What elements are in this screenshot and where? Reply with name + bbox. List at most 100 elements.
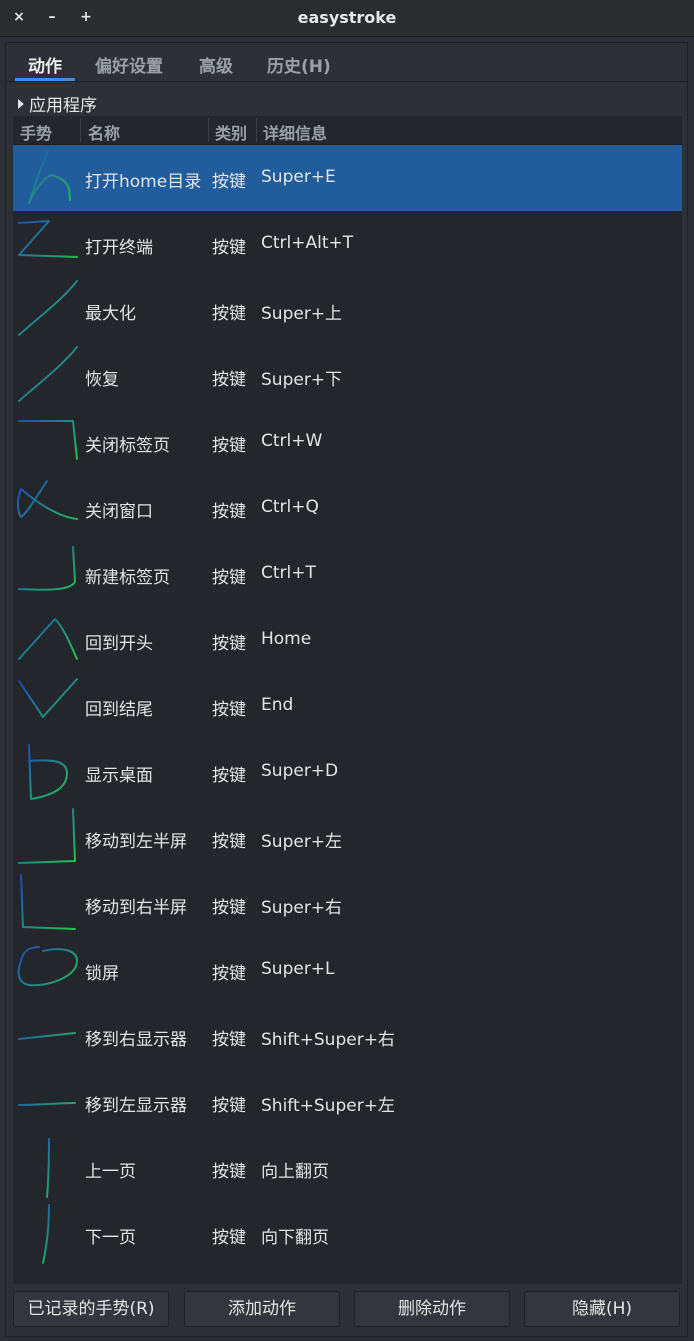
- applications-label: 应用程序: [29, 96, 97, 116]
- row-detail: Shift+Super+左: [261, 1096, 395, 1116]
- table-row[interactable]: 锁屏 按键 Super+L: [13, 937, 682, 1003]
- row-name: 回到开头: [85, 634, 153, 654]
- row-type: 按键: [212, 898, 246, 918]
- row-detail: Ctrl+Q: [261, 497, 319, 517]
- column-header-type[interactable]: 类别: [215, 120, 247, 144]
- actions-list[interactable]: 手势 名称 类别 详细信息 打开home目录 按键 Super+E 打开终端 按键 Ctr…: [13, 116, 682, 1284]
- row-detail: 向上翻页: [261, 1162, 329, 1182]
- row-type: 按键: [212, 766, 246, 786]
- row-type: 按键: [212, 1096, 246, 1116]
- j-stroke-icon: [18, 546, 76, 591]
- tab-bar: 动作 偏好设置 高级 历史(H): [6, 44, 688, 80]
- l-stroke-icon: [20, 874, 76, 930]
- row-detail: Super+右: [261, 898, 343, 918]
- row-type: 按键: [212, 436, 246, 456]
- row-name: 打开home目录: [85, 172, 202, 192]
- down-left-stroke-icon: [18, 808, 76, 864]
- column-header-detail[interactable]: 详细信息: [263, 120, 327, 144]
- table-row[interactable]: 新建标签页 按键 Ctrl+T: [13, 541, 682, 607]
- row-detail: Ctrl+W: [261, 431, 323, 451]
- row-type: 按键: [212, 700, 246, 720]
- row-type: 按键: [212, 568, 246, 588]
- column-divider: [208, 118, 209, 142]
- table-row[interactable]: 回到结尾 按键 End: [13, 673, 682, 739]
- row-type: 按键: [212, 964, 246, 984]
- table-row[interactable]: 打开home目录 按键 Super+E: [13, 145, 682, 211]
- row-name: 打开终端: [85, 238, 153, 258]
- expander-arrow-icon: [18, 99, 24, 109]
- row-name: 恢复: [85, 370, 119, 390]
- delete-action-button[interactable]: 删除动作: [354, 1291, 510, 1327]
- row-detail: Super+下: [261, 370, 343, 390]
- row-name: 上一页: [85, 1162, 136, 1182]
- down-stroke-icon: [42, 1204, 50, 1264]
- table-row[interactable]: 最大化 按键 Super+上: [13, 277, 682, 343]
- caret-up-stroke-icon: [18, 618, 78, 660]
- table-row[interactable]: 移到右显示器 按键 Shift+Super+右: [13, 1003, 682, 1069]
- diagonal-up-stroke-icon: [18, 346, 78, 402]
- column-header-gesture[interactable]: 手势: [20, 120, 52, 144]
- column-header-name[interactable]: 名称: [88, 120, 120, 144]
- row-name: 移动到右半屏: [85, 898, 187, 918]
- table-row[interactable]: 上一页 按键 向上翻页: [13, 1135, 682, 1201]
- row-name: 移到右显示器: [85, 1030, 187, 1050]
- row-name: 显示桌面: [85, 766, 153, 786]
- row-detail: Shift+Super+右: [261, 1030, 395, 1050]
- row-name: 新建标签页: [85, 568, 170, 588]
- left-stroke-icon: [18, 1102, 76, 1106]
- row-name: 移动到左半屏: [85, 832, 187, 852]
- title-bar: × – + easystroke: [0, 0, 694, 37]
- row-detail: 向下翻页: [261, 1228, 329, 1248]
- row-detail: Super+L: [261, 959, 335, 979]
- d-stroke-icon: [28, 744, 68, 800]
- tab-preferences[interactable]: 偏好设置: [95, 52, 163, 77]
- row-type: 按键: [212, 172, 246, 192]
- home-stroke-icon: [28, 148, 71, 204]
- recorded-gestures-button[interactable]: 已记录的手势(R): [13, 1291, 169, 1327]
- window-title: easystroke: [297, 8, 397, 27]
- row-name: 最大化: [85, 304, 136, 324]
- table-row[interactable]: 下一页 按键 向下翻页: [13, 1201, 682, 1267]
- table-row[interactable]: 关闭窗口 按键 Ctrl+Q: [13, 475, 682, 541]
- row-name: 移到左显示器: [85, 1096, 187, 1116]
- alpha-stroke-icon: [17, 480, 78, 520]
- row-type: 按键: [212, 502, 246, 522]
- diagonal-up-stroke-icon: [18, 280, 78, 336]
- hide-button[interactable]: 隐藏(H): [524, 1291, 680, 1327]
- tab-actions[interactable]: 动作: [28, 52, 62, 77]
- row-detail: Super+上: [261, 304, 343, 324]
- row-type: 按键: [212, 634, 246, 654]
- table-row[interactable]: 打开终端 按键 Ctrl+Alt+T: [13, 211, 682, 277]
- row-type: 按键: [212, 238, 246, 258]
- right-stroke-icon: [18, 1032, 76, 1040]
- column-divider: [80, 118, 81, 142]
- z-stroke-icon: [18, 220, 78, 258]
- table-row[interactable]: 关闭标签页 按键 Ctrl+W: [13, 409, 682, 475]
- tab-history[interactable]: 历史(H): [267, 52, 331, 77]
- row-detail: Ctrl+Alt+T: [261, 233, 354, 253]
- circle-stroke-icon: [17, 946, 78, 987]
- tab-advanced[interactable]: 高级: [199, 52, 233, 77]
- table-row[interactable]: 回到开头 按键 Home: [13, 607, 682, 673]
- row-type: 按键: [212, 1228, 246, 1248]
- row-detail: Super+D: [261, 761, 339, 781]
- table-row[interactable]: 移动到右半屏 按键 Super+右: [13, 871, 682, 937]
- column-divider: [256, 118, 257, 142]
- row-name: 关闭窗口: [85, 502, 153, 522]
- row-type: 按键: [212, 1030, 246, 1050]
- v-stroke-icon: [18, 678, 78, 718]
- row-name: 锁屏: [85, 964, 119, 984]
- table-row[interactable]: 移到左显示器 按键 Shift+Super+左: [13, 1069, 682, 1135]
- table-row[interactable]: 恢复 按键 Super+下: [13, 343, 682, 409]
- add-action-button[interactable]: 添加动作: [184, 1291, 340, 1327]
- table-row[interactable]: 移动到左半屏 按键 Super+左: [13, 805, 682, 871]
- table-row[interactable]: 显示桌面 按键 Super+D: [13, 739, 682, 805]
- row-type: 按键: [212, 832, 246, 852]
- row-name: 回到结尾: [85, 700, 153, 720]
- row-type: 按键: [212, 370, 246, 390]
- tab-divider: [6, 81, 688, 82]
- applications-expander[interactable]: 应用程序: [18, 91, 97, 116]
- up-stroke-icon: [46, 1138, 50, 1198]
- list-header: 手势 名称 类别 详细信息: [13, 116, 682, 145]
- row-detail: Super+左: [261, 832, 343, 852]
